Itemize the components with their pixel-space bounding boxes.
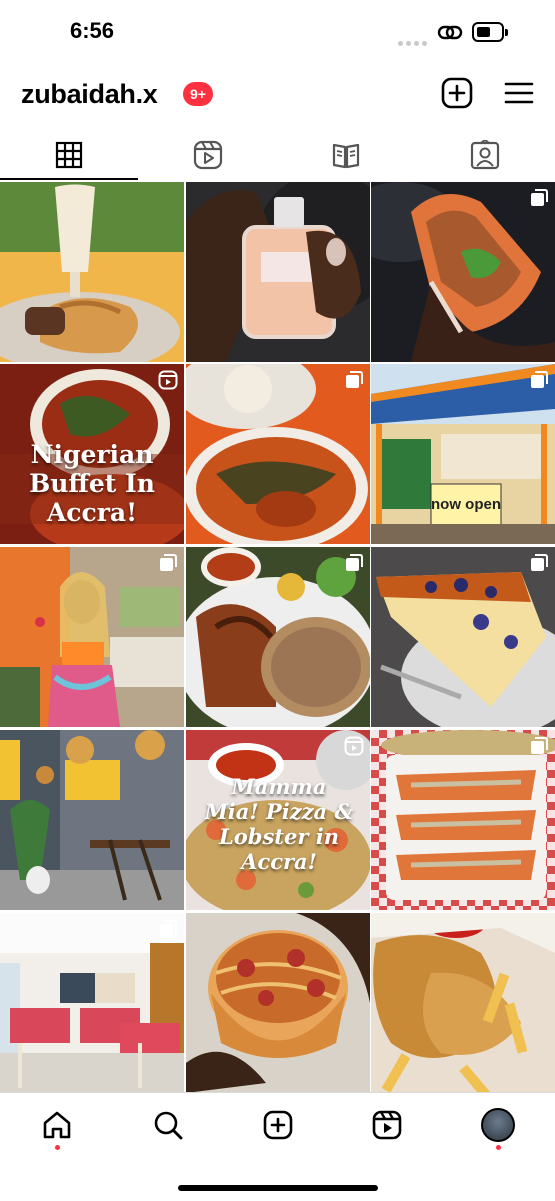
status-bar: 6:56	[0, 0, 555, 66]
carousel-icon	[346, 371, 363, 388]
carousel-icon	[346, 554, 363, 571]
post-overlay-text: Mamma Mia! Pizza & Lobster in Accra!	[204, 774, 354, 874]
post-image	[0, 547, 184, 727]
search-icon	[154, 1111, 183, 1140]
post-tile[interactable]: Nigerian Buffet In Accra!	[0, 364, 184, 544]
notification-badge[interactable]: 9+	[183, 82, 213, 106]
carousel-icon	[531, 737, 548, 754]
post-tile[interactable]	[186, 364, 370, 544]
posts-grid: Nigerian Buffet In Accra! now open Mamma…	[0, 182, 555, 1093]
post-image	[186, 913, 370, 1093]
nav-profile[interactable]	[478, 1105, 518, 1145]
post-tile[interactable]	[371, 913, 555, 1093]
home-notification-dot	[55, 1145, 60, 1150]
carousel-icon	[160, 920, 177, 937]
post-tile[interactable]	[0, 182, 184, 362]
nav-reels[interactable]	[367, 1105, 407, 1145]
nav-search[interactable]	[148, 1105, 188, 1145]
profile-notification-dot	[496, 1145, 501, 1150]
post-image	[371, 364, 555, 544]
new-post-icon[interactable]	[440, 76, 474, 110]
reel-icon	[158, 370, 178, 390]
home-indicator	[178, 1185, 378, 1191]
post-image	[0, 913, 184, 1093]
storefront-sign-text: now open	[431, 496, 501, 513]
post-tile[interactable]	[186, 547, 370, 727]
post-image	[0, 182, 184, 362]
nav-create[interactable]	[258, 1105, 298, 1145]
nav-home[interactable]	[37, 1105, 77, 1145]
post-image	[371, 547, 555, 727]
link-icon	[437, 25, 463, 40]
signal-icon	[398, 33, 430, 51]
carousel-icon	[160, 554, 177, 571]
status-time: 6:56	[70, 18, 115, 43]
reels-icon	[372, 1110, 402, 1140]
post-tile[interactable]: Mamma Mia! Pizza & Lobster in Accra!	[186, 730, 370, 910]
carousel-icon	[531, 554, 548, 571]
post-tile[interactable]	[371, 547, 555, 727]
post-image	[186, 547, 370, 727]
carousel-icon	[531, 371, 548, 388]
post-image	[186, 364, 370, 544]
post-tile[interactable]	[0, 547, 184, 727]
menu-icon[interactable]	[502, 76, 536, 110]
post-image	[0, 730, 184, 910]
carousel-icon	[531, 189, 548, 206]
tagged-icon	[470, 140, 500, 170]
home-icon	[43, 1111, 71, 1139]
tab-reels[interactable]	[139, 130, 277, 180]
post-image	[371, 913, 555, 1093]
battery-icon	[472, 22, 508, 42]
tab-posts[interactable]	[0, 130, 138, 180]
reel-icon	[344, 736, 364, 756]
post-tile[interactable]	[0, 730, 184, 910]
grid-icon	[55, 141, 83, 169]
reels-icon	[193, 140, 223, 170]
post-overlay-text: Nigerian Buffet In Accra!	[29, 440, 155, 527]
create-icon	[263, 1110, 293, 1140]
tab-tagged[interactable]	[416, 130, 554, 180]
post-tile[interactable]	[371, 182, 555, 362]
profile-avatar	[481, 1108, 515, 1142]
post-tile[interactable]	[0, 913, 184, 1093]
guide-icon	[332, 143, 360, 169]
tab-guides[interactable]	[277, 130, 415, 180]
profile-header: zubaidah.x 9+	[0, 66, 555, 126]
post-tile[interactable]	[371, 730, 555, 910]
post-tile[interactable]	[186, 913, 370, 1093]
post-image	[371, 182, 555, 362]
post-image	[186, 182, 370, 362]
post-tile[interactable]	[186, 182, 370, 362]
bottom-navigation	[0, 1092, 555, 1201]
username[interactable]: zubaidah.x	[21, 79, 158, 110]
post-image	[371, 730, 555, 910]
profile-tabs	[0, 130, 555, 180]
post-tile[interactable]: now open	[371, 364, 555, 544]
